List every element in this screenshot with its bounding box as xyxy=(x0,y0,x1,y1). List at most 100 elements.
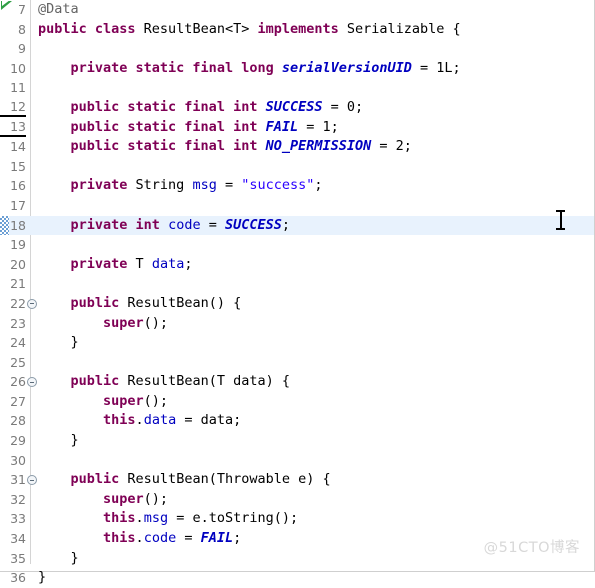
code-line-text[interactable]: private int code = SUCCESS; xyxy=(38,216,291,236)
code-line[interactable]: 15 xyxy=(0,157,594,177)
code-fold-collapse-icon[interactable] xyxy=(27,377,37,388)
code-token-kw: this xyxy=(103,412,136,429)
code-line[interactable]: 18 private int code = SUCCESS; xyxy=(0,215,594,236)
code-token-kw: public static final int xyxy=(70,118,266,135)
code-line-text[interactable]: super(); xyxy=(38,314,168,334)
code-line-text[interactable]: private static final long serialVersionU… xyxy=(38,59,461,79)
code-token-pl: ResultBean(T data) { xyxy=(127,373,290,390)
code-line[interactable]: 31 public ResultBean(Throwable e) { xyxy=(0,470,594,490)
code-line-text[interactable]: public ResultBean() { xyxy=(38,294,242,314)
code-line[interactable]: 23 super(); xyxy=(0,314,594,334)
line-number: 13 xyxy=(0,118,26,137)
code-line[interactable]: 16 private String msg = "success"; xyxy=(0,176,594,196)
code-token-kw: super xyxy=(103,490,144,507)
code-line[interactable]: 20 private T data; xyxy=(0,255,594,275)
code-line-text[interactable]: @Data xyxy=(38,0,79,20)
code-token-pl: Serializable { xyxy=(346,20,461,37)
code-token-pl: ResultBean() { xyxy=(127,294,242,311)
code-line[interactable]: 25 xyxy=(0,353,594,373)
code-line-text[interactable]: } xyxy=(38,568,46,588)
line-number: 32 xyxy=(10,491,26,507)
line-number: 36 xyxy=(10,570,26,586)
code-token-cst: SUCCESS xyxy=(265,98,323,115)
code-token-cst: serialVersionUID xyxy=(281,59,412,76)
code-line-text[interactable]: this.code = FAIL; xyxy=(38,529,241,549)
code-line-text[interactable]: public static final int SUCCESS = 0; xyxy=(38,98,364,118)
code-line[interactable]: 33 this.msg = e.toString(); xyxy=(0,509,594,529)
code-line[interactable]: 19 xyxy=(0,235,594,255)
code-line-text[interactable]: public static final int NO_PERMISSION = … xyxy=(38,137,412,157)
code-line[interactable]: 26 public ResultBean(T data) { xyxy=(0,372,594,392)
code-line-text[interactable]: this.msg = e.toString(); xyxy=(38,509,298,529)
code-line[interactable]: 12 public static final int SUCCESS = 0; xyxy=(0,98,594,118)
code-token-kw: implements xyxy=(257,20,347,37)
code-line-text[interactable]: super(); xyxy=(38,392,168,412)
code-token-pl: (); xyxy=(143,314,169,331)
code-line-text[interactable]: public ResultBean(Throwable e) { xyxy=(38,470,331,490)
code-line[interactable]: 28 this.data = data; xyxy=(0,411,594,431)
code-line-text[interactable]: private String msg = "success"; xyxy=(38,176,323,196)
code-line[interactable]: 27 super(); xyxy=(0,392,594,412)
code-line[interactable]: 11 xyxy=(0,78,594,98)
code-token-pl: ; xyxy=(184,255,193,272)
code-token-kw: private int xyxy=(70,216,169,233)
code-token-fld: code xyxy=(143,530,177,547)
code-token-pl: = data; xyxy=(176,412,242,429)
code-token-kw: private static final long xyxy=(70,59,282,76)
code-line[interactable]: 21 xyxy=(0,274,594,294)
line-number: 19 xyxy=(10,237,26,253)
code-line-text[interactable]: super(); xyxy=(38,490,168,510)
code-token-pl: = 1; xyxy=(298,118,339,135)
code-line-text[interactable]: public static final int FAIL = 1; xyxy=(38,118,339,138)
code-line[interactable]: 22 public ResultBean() { xyxy=(0,294,594,314)
code-token-kw: private xyxy=(70,177,136,194)
code-token-kw: super xyxy=(103,392,144,409)
code-line[interactable]: 29 } xyxy=(0,431,594,451)
code-line-text[interactable]: } xyxy=(38,549,79,569)
code-line[interactable]: 32 super(); xyxy=(0,490,594,510)
code-line[interactable]: 24 } xyxy=(0,333,594,353)
code-line[interactable]: 10 private static final long serialVersi… xyxy=(0,59,594,79)
code-line-text[interactable]: public ResultBean(T data) { xyxy=(38,372,290,392)
code-fold-collapse-icon[interactable] xyxy=(27,475,37,486)
line-number: 22 xyxy=(10,295,26,311)
code-line-text[interactable]: this.data = data; xyxy=(38,411,241,431)
code-line[interactable]: 30 xyxy=(0,451,594,471)
code-token-kw: private xyxy=(70,255,136,272)
code-token-pl: = 1L; xyxy=(411,59,461,76)
code-line-text[interactable]: public class ResultBean<T> implements Se… xyxy=(38,20,461,40)
code-editor[interactable]: 7 @Data 8 public class ResultBean<T> implem… xyxy=(0,0,595,585)
line-number: 11 xyxy=(10,80,26,96)
code-token-fld: msg xyxy=(143,510,169,527)
code-line[interactable]: 14 public static final int NO_PERMISSION… xyxy=(0,137,594,157)
code-line[interactable]: 8 public class ResultBean<T> implements S… xyxy=(0,20,594,40)
line-number: 25 xyxy=(10,354,26,370)
code-line[interactable]: 7 @Data xyxy=(0,0,594,20)
code-line[interactable]: 13 public static final int FAIL = 1; xyxy=(0,118,594,138)
code-token-kw: public static final int xyxy=(70,98,266,115)
code-token-kw: public static final int xyxy=(70,138,266,155)
code-line[interactable]: 9 xyxy=(0,39,594,59)
line-number: 14 xyxy=(10,139,26,155)
code-fold-collapse-icon[interactable] xyxy=(27,298,37,309)
code-token-pl: . xyxy=(135,510,144,527)
code-token-pl: = xyxy=(176,530,201,547)
code-line[interactable]: 36} xyxy=(0,568,594,588)
code-line-text[interactable]: private T data; xyxy=(38,255,193,275)
code-line-text[interactable]: } xyxy=(38,333,79,353)
line-number: 17 xyxy=(10,197,26,213)
code-token-pl: String xyxy=(135,177,193,194)
code-line[interactable]: 17 xyxy=(0,196,594,216)
code-token-pl: ; xyxy=(281,216,291,233)
code-line-text[interactable]: } xyxy=(38,431,79,451)
code-token-kw: public xyxy=(70,471,128,488)
code-token-kw: this xyxy=(103,530,136,547)
code-lines-container[interactable]: 7 @Data 8 public class ResultBean<T> implem… xyxy=(0,0,594,588)
line-number: 24 xyxy=(10,335,26,351)
